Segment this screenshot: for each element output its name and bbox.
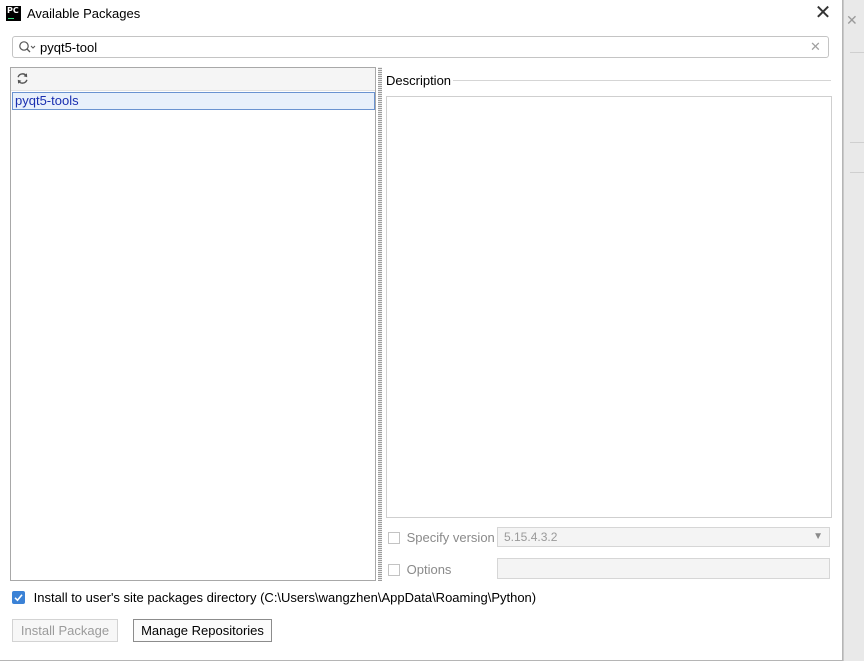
options-checkbox[interactable] bbox=[388, 563, 400, 576]
manage-repositories-button[interactable]: Manage Repositories bbox=[133, 619, 272, 642]
search-box[interactable]: ✕ bbox=[12, 36, 829, 58]
search-icon bbox=[19, 41, 36, 53]
specify-version-label: Specify version bbox=[406, 530, 495, 546]
description-divider bbox=[453, 80, 831, 81]
chevron-down-icon: ▼ bbox=[813, 531, 823, 542]
background-window-edge: ✕ bbox=[843, 0, 864, 661]
refresh-icon[interactable] bbox=[16, 72, 29, 85]
pycharm-icon: PC bbox=[6, 6, 21, 21]
close-icon[interactable]: ✕ bbox=[813, 2, 833, 24]
background-divider bbox=[850, 52, 864, 53]
package-list-toolbar bbox=[11, 68, 375, 91]
install-user-label: Install to user's site packages director… bbox=[33, 590, 537, 606]
version-select[interactable]: 5.15.4.3.2 ▼ bbox=[497, 527, 830, 547]
title-bar: PC Available Packages ✕ bbox=[0, 0, 842, 28]
checkmark-icon bbox=[14, 594, 23, 602]
panel-splitter[interactable] bbox=[378, 67, 382, 581]
background-close-icon: ✕ bbox=[846, 12, 858, 28]
background-divider bbox=[850, 142, 864, 143]
window-title: Available Packages bbox=[27, 6, 141, 21]
options-label: Options bbox=[406, 562, 452, 578]
clear-icon[interactable]: ✕ bbox=[810, 39, 821, 55]
available-packages-dialog: PC Available Packages ✕ ✕ pyqt5-tools De… bbox=[0, 0, 843, 661]
package-list-item[interactable]: pyqt5-tools bbox=[12, 92, 375, 110]
specify-version-checkbox[interactable] bbox=[388, 531, 400, 544]
package-list-panel: pyqt5-tools bbox=[10, 67, 376, 581]
install-user-row: Install to user's site packages director… bbox=[12, 589, 536, 607]
background-divider bbox=[850, 172, 864, 173]
search-input[interactable] bbox=[40, 39, 800, 55]
specify-version-row: Specify version bbox=[388, 529, 495, 547]
version-value: 5.15.4.3.2 bbox=[504, 530, 558, 544]
description-area bbox=[386, 96, 832, 518]
description-label: Description bbox=[386, 73, 452, 88]
install-package-button[interactable]: Install Package bbox=[12, 619, 118, 642]
options-input[interactable] bbox=[497, 558, 830, 579]
install-user-checkbox[interactable] bbox=[12, 591, 25, 605]
options-row: Options bbox=[388, 561, 451, 579]
